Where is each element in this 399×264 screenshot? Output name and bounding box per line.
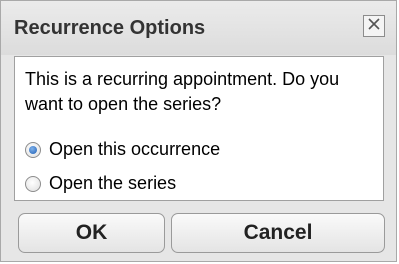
dialog-titlebar: Recurrence Options <box>1 1 396 55</box>
dialog-message: This is a recurring appointment. Do you … <box>25 69 340 114</box>
dialog-title: Recurrence Options <box>14 17 206 39</box>
radio-open-series[interactable] <box>25 175 41 192</box>
close-icon <box>368 17 380 35</box>
dialog-content: This is a recurring appointment. Do you … <box>14 56 384 201</box>
ok-button[interactable]: OK <box>18 213 165 253</box>
cancel-button[interactable]: Cancel <box>171 213 385 253</box>
option-open-series[interactable]: Open the series <box>25 173 176 194</box>
radio-selected-dot <box>29 145 37 154</box>
option-open-series-label: Open the series <box>49 173 177 193</box>
close-button[interactable] <box>363 15 385 37</box>
option-open-occurrence-label: Open this occurrence <box>49 139 221 159</box>
radio-open-occurrence[interactable] <box>25 141 41 158</box>
option-open-occurrence[interactable]: Open this occurrence <box>25 139 220 160</box>
recurrence-options-dialog: Recurrence Options This is a recurring a… <box>0 0 397 262</box>
